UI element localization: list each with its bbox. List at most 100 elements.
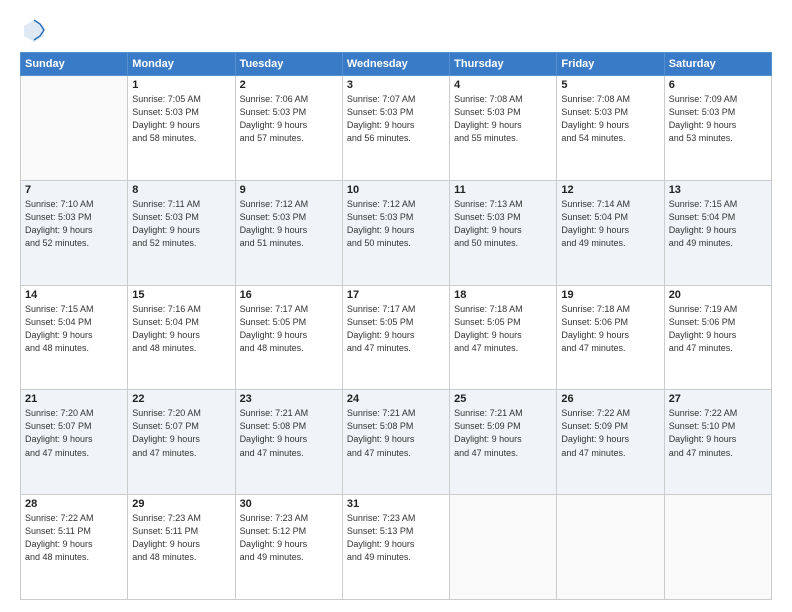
day-number: 17 (347, 289, 445, 301)
col-thursday: Thursday (450, 53, 557, 76)
day-info: Sunrise: 7:15 AM Sunset: 5:04 PM Dayligh… (669, 198, 767, 250)
table-cell: 16 Sunrise: 7:17 AM Sunset: 5:05 PM Dayli… (235, 285, 342, 390)
day-number: 15 (132, 289, 230, 301)
day-number: 4 (454, 79, 552, 91)
day-number: 31 (347, 498, 445, 510)
page: Sunday Monday Tuesday Wednesday Thursday… (0, 0, 792, 612)
table-cell: 18Sunrise: 7:18 AM Sunset: 5:05 PM Dayli… (450, 285, 557, 390)
day-number: 28 (25, 498, 123, 510)
day-info: Sunrise: 7:05 AM Sunset: 5:03 PM Dayligh… (132, 93, 230, 145)
day-number: 7 (25, 184, 123, 196)
day-info: Sunrise: 7:18 AM Sunset: 5:06 PM Dayligh… (561, 303, 659, 355)
day-info: Sunrise: 7:21 AM Sunset: 5:08 PM Dayligh… (347, 407, 445, 459)
day-info: Sunrise: 7:14 AM Sunset: 5:04 PM Dayligh… (561, 198, 659, 250)
day-info: Sunrise: 7:20 AM Sunset: 5:07 PM Dayligh… (25, 407, 123, 459)
week-row-4: 21 Sunrise: 7:20 AM Sunset: 5:07 PM Dayli… (21, 390, 772, 495)
day-info: Sunrise: 7:16 AM Sunset: 5:04 PM Dayligh… (132, 303, 230, 355)
table-cell: 23 Sunrise: 7:21 AM Sunset: 5:08 PM Dayli… (235, 390, 342, 495)
day-number: 19 (561, 289, 659, 301)
day-number: 14 (25, 289, 123, 301)
week-row-1: 1 Sunrise: 7:05 AM Sunset: 5:03 PM Daylig… (21, 76, 772, 181)
day-info: Sunrise: 7:21 AM Sunset: 5:08 PM Dayligh… (240, 407, 338, 459)
table-cell: 15 Sunrise: 7:16 AM Sunset: 5:04 PM Dayli… (128, 285, 235, 390)
table-cell: 26Sunrise: 7:22 AM Sunset: 5:09 PM Dayli… (557, 390, 664, 495)
week-row-3: 14 Sunrise: 7:15 AM Sunset: 5:04 PM Dayli… (21, 285, 772, 390)
day-info: Sunrise: 7:08 AM Sunset: 5:03 PM Dayligh… (561, 93, 659, 145)
day-info: Sunrise: 7:11 AM Sunset: 5:03 PM Dayligh… (132, 198, 230, 250)
day-number: 18 (454, 289, 552, 301)
day-number: 25 (454, 393, 552, 405)
table-cell: 7 Sunrise: 7:10 AM Sunset: 5:03 PM Daylig… (21, 180, 128, 285)
day-info: Sunrise: 7:17 AM Sunset: 5:05 PM Dayligh… (347, 303, 445, 355)
table-cell: 31 Sunrise: 7:23 AM Sunset: 5:13 PM Dayli… (342, 495, 449, 600)
table-cell: 6 Sunrise: 7:09 AM Sunset: 5:03 PM Daylig… (664, 76, 771, 181)
day-number: 20 (669, 289, 767, 301)
table-cell: 10Sunrise: 7:12 AM Sunset: 5:03 PM Dayli… (342, 180, 449, 285)
day-number: 3 (347, 79, 445, 91)
day-number: 1 (132, 79, 230, 91)
table-cell: 4 Sunrise: 7:08 AM Sunset: 5:03 PM Daylig… (450, 76, 557, 181)
day-number: 22 (132, 393, 230, 405)
col-friday: Friday (557, 53, 664, 76)
table-cell: 12 Sunrise: 7:14 AM Sunset: 5:04 PM Dayli… (557, 180, 664, 285)
col-tuesday: Tuesday (235, 53, 342, 76)
calendar-header-row: Sunday Monday Tuesday Wednesday Thursday… (21, 53, 772, 76)
week-row-2: 7 Sunrise: 7:10 AM Sunset: 5:03 PM Daylig… (21, 180, 772, 285)
table-cell: 13 Sunrise: 7:15 AM Sunset: 5:04 PM Dayli… (664, 180, 771, 285)
day-info: Sunrise: 7:23 AM Sunset: 5:11 PM Dayligh… (132, 512, 230, 564)
day-info: Sunrise: 7:22 AM Sunset: 5:11 PM Dayligh… (25, 512, 123, 564)
day-number: 2 (240, 79, 338, 91)
table-cell: 22 Sunrise: 7:20 AM Sunset: 5:07 PM Dayli… (128, 390, 235, 495)
day-info: Sunrise: 7:22 AM Sunset: 5:09 PM Dayligh… (561, 407, 659, 459)
table-cell (21, 76, 128, 181)
table-cell: 24 Sunrise: 7:21 AM Sunset: 5:08 PM Dayli… (342, 390, 449, 495)
day-number: 24 (347, 393, 445, 405)
day-info: Sunrise: 7:07 AM Sunset: 5:03 PM Dayligh… (347, 93, 445, 145)
day-number: 6 (669, 79, 767, 91)
day-number: 27 (669, 393, 767, 405)
day-info: Sunrise: 7:22 AM Sunset: 5:10 PM Dayligh… (669, 407, 767, 459)
table-cell: 11 Sunrise: 7:13 AM Sunset: 5:03 PM Dayli… (450, 180, 557, 285)
col-monday: Monday (128, 53, 235, 76)
day-info: Sunrise: 7:12 AM Sunset: 5:03 PM Dayligh… (240, 198, 338, 250)
day-info: Sunrise: 7:10 AM Sunset: 5:03 PM Dayligh… (25, 198, 123, 250)
table-cell: 17 Sunrise: 7:17 AM Sunset: 5:05 PM Dayli… (342, 285, 449, 390)
day-number: 13 (669, 184, 767, 196)
table-cell: 28 Sunrise: 7:22 AM Sunset: 5:11 PM Dayli… (21, 495, 128, 600)
table-cell: 14 Sunrise: 7:15 AM Sunset: 5:04 PM Dayli… (21, 285, 128, 390)
day-info: Sunrise: 7:09 AM Sunset: 5:03 PM Dayligh… (669, 93, 767, 145)
day-number: 30 (240, 498, 338, 510)
logo (20, 16, 52, 44)
header (20, 16, 772, 44)
col-sunday: Sunday (21, 53, 128, 76)
table-cell: 8Sunrise: 7:11 AM Sunset: 5:03 PM Daylig… (128, 180, 235, 285)
col-saturday: Saturday (664, 53, 771, 76)
day-info: Sunrise: 7:23 AM Sunset: 5:12 PM Dayligh… (240, 512, 338, 564)
table-cell: 19 Sunrise: 7:18 AM Sunset: 5:06 PM Dayli… (557, 285, 664, 390)
table-cell (450, 495, 557, 600)
day-info: Sunrise: 7:17 AM Sunset: 5:05 PM Dayligh… (240, 303, 338, 355)
day-info: Sunrise: 7:21 AM Sunset: 5:09 PM Dayligh… (454, 407, 552, 459)
table-cell: 5Sunrise: 7:08 AM Sunset: 5:03 PM Daylig… (557, 76, 664, 181)
day-number: 9 (240, 184, 338, 196)
table-cell: 20Sunrise: 7:19 AM Sunset: 5:06 PM Dayli… (664, 285, 771, 390)
calendar: Sunday Monday Tuesday Wednesday Thursday… (20, 52, 772, 600)
day-info: Sunrise: 7:08 AM Sunset: 5:03 PM Dayligh… (454, 93, 552, 145)
day-number: 10 (347, 184, 445, 196)
day-number: 29 (132, 498, 230, 510)
table-cell: 30 Sunrise: 7:23 AM Sunset: 5:12 PM Dayli… (235, 495, 342, 600)
table-cell (664, 495, 771, 600)
day-info: Sunrise: 7:20 AM Sunset: 5:07 PM Dayligh… (132, 407, 230, 459)
table-cell: 29 Sunrise: 7:23 AM Sunset: 5:11 PM Dayli… (128, 495, 235, 600)
day-info: Sunrise: 7:13 AM Sunset: 5:03 PM Dayligh… (454, 198, 552, 250)
day-number: 16 (240, 289, 338, 301)
day-number: 11 (454, 184, 552, 196)
col-wednesday: Wednesday (342, 53, 449, 76)
day-info: Sunrise: 7:15 AM Sunset: 5:04 PM Dayligh… (25, 303, 123, 355)
table-cell: 21 Sunrise: 7:20 AM Sunset: 5:07 PM Dayli… (21, 390, 128, 495)
day-number: 21 (25, 393, 123, 405)
day-info: Sunrise: 7:23 AM Sunset: 5:13 PM Dayligh… (347, 512, 445, 564)
day-number: 23 (240, 393, 338, 405)
table-cell (557, 495, 664, 600)
day-number: 12 (561, 184, 659, 196)
